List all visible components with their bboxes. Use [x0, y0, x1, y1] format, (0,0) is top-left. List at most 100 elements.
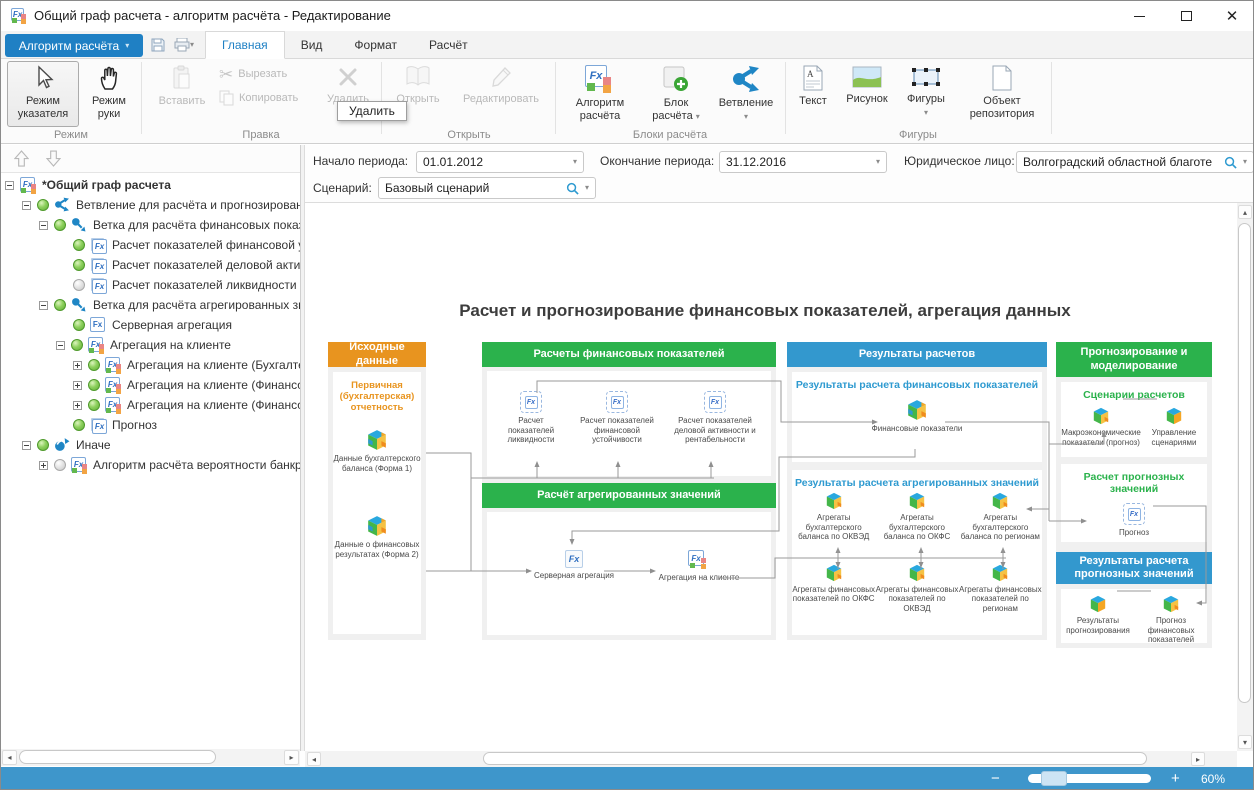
collapse-icon[interactable] — [22, 201, 31, 210]
scroll-left-icon[interactable]: ◂ — [307, 752, 321, 766]
expand-icon[interactable] — [73, 361, 82, 370]
tree-horizontal-scrollbar[interactable]: ◂ ▸ — [1, 749, 300, 766]
node-agg-okved[interactable]: Агрегаты бухгалтерского баланса по ОКВЭД — [792, 492, 875, 542]
fx-doc-icon: Fx — [1123, 503, 1145, 525]
node-calc-liquidity[interactable]: Fx Расчет показателей ликвидности — [495, 391, 567, 445]
expand-icon[interactable] — [73, 381, 82, 390]
canvas-horizontal-scrollbar[interactable]: ◂ ▸ — [305, 751, 1237, 767]
move-down-button[interactable] — [41, 147, 65, 171]
scrollbar-thumb[interactable] — [483, 752, 1147, 765]
calc-algorithm-button[interactable]: Fx Алгоритм расчёта — [561, 61, 639, 127]
paste-button[interactable]: Вставить — [151, 61, 213, 127]
tree-item-branch-fin[interactable]: Ветка для расчёта финансовых показателей — [1, 215, 300, 235]
tree-item-client-agg-finres[interactable]: Fx Агрегация на клиенте (Финансовые резу… — [1, 375, 300, 395]
period-start-combobox[interactable]: 01.01.2012 ▾ — [416, 151, 584, 173]
tree-item-root[interactable]: Fx *Общий граф расчета — [1, 175, 300, 195]
period-start-label: Начало периода: — [313, 154, 408, 168]
node-client-agg[interactable]: Fx Агрегация на клиенте — [651, 550, 747, 583]
tree-item-calc-activity[interactable]: Fx Расчет показателей деловой активности… — [1, 255, 300, 275]
period-end-combobox[interactable]: 31.12.2016 ▾ — [719, 151, 887, 173]
tree-item-label: Агрегация на клиенте — [110, 338, 231, 352]
repo-object-button[interactable]: Объект репозитория — [959, 61, 1045, 127]
collapse-icon[interactable] — [5, 181, 14, 190]
collapse-icon[interactable] — [22, 441, 31, 450]
expand-icon[interactable] — [73, 401, 82, 410]
node-forecast-results[interactable]: Результаты прогнозирования — [1065, 595, 1131, 645]
text-button[interactable]: A Текст — [791, 61, 835, 127]
chevron-down-icon: ▾ — [125, 42, 129, 50]
legal-entity-combobox[interactable]: Волгоградский областной благоте ▾ — [1016, 151, 1254, 173]
tree-item-client-agg-balance[interactable]: Fx Агрегация на клиенте (Бухгалтерский б… — [1, 355, 300, 375]
tree-item-branch-agg[interactable]: Ветка для расчёта агрегированных значени… — [1, 295, 300, 315]
tree-item-forecast[interactable]: Fx Прогноз — [1, 415, 300, 435]
tab-vid[interactable]: Вид — [285, 31, 339, 59]
collapse-icon[interactable] — [39, 301, 48, 310]
node-balance-data[interactable]: Данные бухгалтерского баланса (Форма 1) — [333, 429, 421, 473]
scroll-down-icon[interactable]: ▾ — [1238, 735, 1252, 749]
branching-button[interactable]: Ветвление▾ — [713, 61, 779, 127]
expand-icon[interactable] — [39, 461, 48, 470]
print-button[interactable]: ▾ — [169, 34, 199, 56]
node-calc-activity[interactable]: Fx Расчет показателей деловой активности… — [667, 391, 763, 445]
tree-item-server-agg[interactable]: Fx Серверная агрегация — [1, 315, 300, 335]
scrollbar-thumb[interactable] — [19, 750, 216, 764]
move-up-button[interactable] — [9, 147, 33, 171]
save-button[interactable] — [147, 34, 169, 56]
tab-format[interactable]: Формат — [338, 31, 413, 59]
node-fin-indicators[interactable]: Финансовые показатели — [792, 399, 1042, 434]
calc-block-button[interactable]: Блок расчёта ▾ — [645, 61, 707, 127]
minimize-button[interactable] — [1122, 3, 1156, 29]
arrow-up-icon — [14, 150, 29, 167]
tree-item-calc-liquidity[interactable]: Fx Расчет показателей ликвидности — [1, 275, 300, 295]
zoom-slider-thumb[interactable] — [1041, 771, 1067, 786]
app-window: Fx Общий граф расчета - алгоритм расчёта… — [0, 0, 1254, 790]
node-agg-okfs[interactable]: Агрегаты бухгалтерского баланса по ОКФС — [875, 492, 958, 542]
pointer-mode-button[interactable]: Режим указателя — [7, 61, 79, 127]
hand-mode-button[interactable]: Режим руки — [83, 61, 135, 127]
edit-button[interactable]: Редактировать — [453, 61, 549, 127]
scenario-combobox[interactable]: Базовый сценарий ▾ — [378, 177, 596, 199]
tree-item-else[interactable]: Иначе — [1, 435, 300, 455]
cut-button[interactable]: ✂ Вырезать — [219, 65, 287, 83]
tree-item-label: Ветка для расчёта агрегированных значени… — [93, 298, 300, 312]
node-calc-stability[interactable]: Fx Расчет показателей финансовой устойчи… — [571, 391, 663, 445]
group-divider — [381, 62, 382, 134]
shapes-button[interactable]: Фигуры▾ — [899, 61, 953, 127]
scroll-right-icon[interactable]: ▸ — [284, 750, 299, 765]
node-aggfin-region[interactable]: Агрегаты финансовых показателей по регио… — [959, 564, 1042, 614]
application-menu-button[interactable]: Алгоритм расчёта ▾ — [5, 34, 143, 57]
node-fin-forecast[interactable]: Прогноз финансовых показателей — [1139, 595, 1203, 645]
collapse-icon[interactable] — [39, 221, 48, 230]
tree-item-client-agg-finind[interactable]: Fx Агрегация на клиенте (Финансовые пока… — [1, 395, 300, 415]
node-server-agg[interactable]: Fx Серверная агрегация — [529, 550, 619, 581]
picture-button[interactable]: Рисунок — [839, 61, 895, 127]
tree-item-calc-stability[interactable]: Fx Расчет показателей финансовой устойчи… — [1, 235, 300, 255]
zoom-out-button[interactable]: − — [991, 767, 1000, 790]
tab-label: Главная — [222, 38, 268, 52]
scroll-right-icon[interactable]: ▸ — [1191, 752, 1205, 766]
status-circle-gray — [54, 459, 66, 471]
tree-item-branching[interactable]: Ветвление для расчёта и прогнозирования — [1, 195, 300, 215]
tree-item-bankruptcy[interactable]: Fx Алгоритм расчёта вероятности банкротс… — [1, 455, 300, 475]
maximize-button[interactable] — [1169, 3, 1203, 29]
node-macro-forecast[interactable]: Макроэкономические показатели (прогноз) — [1065, 407, 1137, 447]
minimize-icon — [1134, 16, 1145, 17]
zoom-in-button[interactable]: + — [1171, 767, 1180, 790]
node-agg-region[interactable]: Агрегаты бухгалтерского баланса по регио… — [959, 492, 1042, 542]
tab-glavnaya[interactable]: Главная — [205, 31, 285, 59]
node-finres-data[interactable]: Данные о финансовых результатах (Форма 2… — [333, 515, 421, 559]
diagram-canvas[interactable]: Расчет и прогнозирование финансовых пока… — [305, 203, 1237, 751]
canvas-vertical-scrollbar[interactable]: ▴ ▾ — [1237, 203, 1253, 751]
node-aggfin-okved[interactable]: Агрегаты финансовых показателей по ОКВЭД — [875, 564, 958, 614]
tab-raschet[interactable]: Расчёт — [413, 31, 484, 59]
copy-button[interactable]: Копировать — [219, 89, 298, 107]
scroll-up-icon[interactable]: ▴ — [1238, 205, 1252, 219]
node-aggfin-okfs[interactable]: Агрегаты финансовых показателей по ОКФС — [792, 564, 875, 614]
tree-item-client-agg[interactable]: Fx Агрегация на клиенте — [1, 335, 300, 355]
close-button[interactable]: ✕ — [1215, 3, 1249, 29]
scrollbar-thumb[interactable] — [1238, 223, 1251, 703]
node-forecast[interactable]: Fx Прогноз — [1061, 503, 1207, 538]
scroll-left-icon[interactable]: ◂ — [2, 750, 17, 765]
collapse-icon[interactable] — [56, 341, 65, 350]
node-scenario-mgmt[interactable]: Управление сценариями — [1145, 407, 1203, 447]
